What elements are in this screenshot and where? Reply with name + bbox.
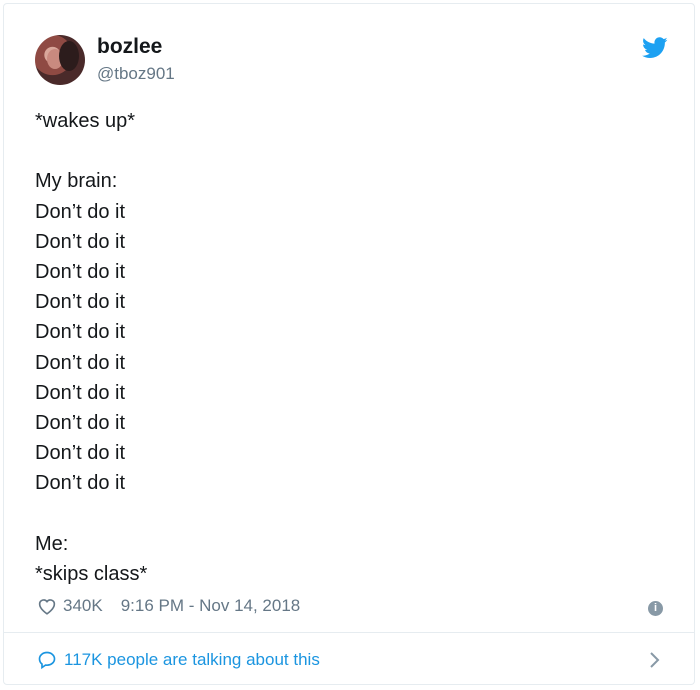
divider: [4, 632, 694, 633]
tweet-line: Don’t do it: [35, 381, 126, 404]
speech-bubble-icon: [38, 651, 56, 670]
tweet-line: Don’t do it: [35, 472, 126, 495]
tweet-text: *wakes up* My brain: Don’t do it Don’t d…: [35, 106, 635, 589]
tweet-line: Don’t do it: [35, 351, 126, 374]
tweet-line: Don’t do it: [35, 230, 126, 253]
tweet-line: Me:: [35, 532, 69, 555]
user-handle[interactable]: @tboz901: [97, 64, 175, 84]
tweet-card: bozlee @tboz901 *wakes up* My brain: Don…: [3, 3, 695, 685]
tweet-line: Don’t do it: [35, 200, 126, 223]
info-icon[interactable]: i: [648, 601, 663, 616]
conversation-text: 117K people are talking about this: [64, 650, 320, 669]
tweet-meta: 340K 9:16 PM - Nov 14, 2018: [37, 596, 300, 616]
conversation-link[interactable]: 117K people are talking about this: [37, 650, 320, 670]
tweet-line: Don’t do it: [35, 321, 126, 344]
tweet-line: Don’t do it: [35, 291, 126, 314]
twitter-bird-icon[interactable]: [642, 37, 668, 59]
tweet-line: My brain:: [35, 170, 118, 193]
display-name[interactable]: bozlee: [97, 35, 162, 59]
tweet-line: *skips class*: [35, 562, 148, 585]
tweet-line: *wakes up*: [35, 110, 136, 132]
timestamp[interactable]: 9:16 PM - Nov 14, 2018: [121, 596, 301, 616]
avatar[interactable]: [35, 35, 85, 85]
heart-icon[interactable]: [37, 597, 57, 615]
avatar-hair: [59, 41, 79, 71]
tweet-line: Don’t do it: [35, 260, 126, 283]
chevron-right-icon[interactable]: [648, 650, 662, 670]
like-count[interactable]: 340K: [63, 596, 103, 616]
tweet-line: Don’t do it: [35, 411, 126, 434]
tweet-line: Don’t do it: [35, 442, 126, 465]
